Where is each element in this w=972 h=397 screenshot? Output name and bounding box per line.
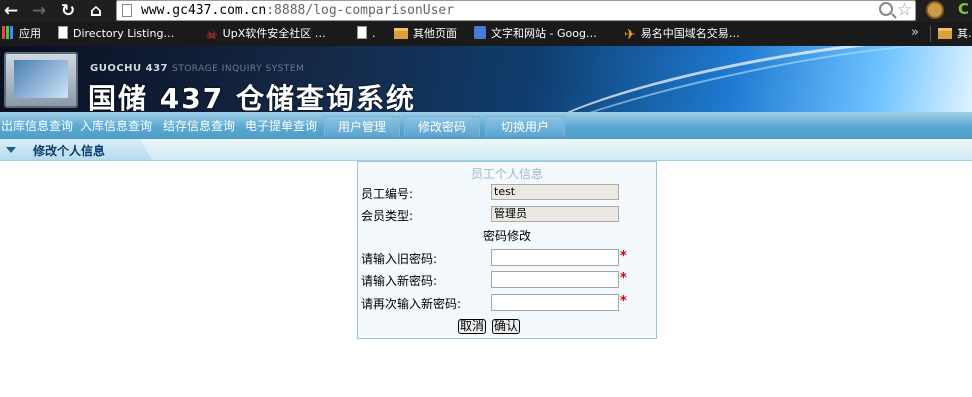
address-bar[interactable]: www.gc437.com.cn:8888/log-comparisonUser… bbox=[116, 0, 916, 21]
form-title: 员工个人信息 bbox=[470, 167, 543, 181]
member-type-field: 管理员 bbox=[491, 206, 619, 222]
bookmark-directory-listing[interactable]: Directory Listing… bbox=[58, 26, 174, 42]
page-icon bbox=[122, 4, 132, 17]
upx-icon: ☠ bbox=[206, 28, 218, 43]
brand-english: GUOCHU 437 STORAGE INQUIRY SYSTEM bbox=[90, 63, 305, 74]
required-mark: * bbox=[620, 271, 627, 286]
url-text: www.gc437.com.cn:8888/log-comparisonUser bbox=[141, 3, 455, 18]
old-password-input[interactable] bbox=[491, 249, 619, 266]
banner-light-streak bbox=[466, 46, 972, 112]
menu-change-password[interactable]: 修改密码 bbox=[404, 116, 480, 137]
folder-icon bbox=[938, 28, 952, 39]
page-icon bbox=[58, 26, 68, 39]
bookmarks-divider bbox=[930, 26, 931, 42]
menu-switch-user[interactable]: 切换用户 bbox=[485, 116, 565, 137]
required-mark: * bbox=[620, 294, 627, 309]
bookmark-star-icon[interactable]: ☆ bbox=[897, 0, 912, 20]
computer-illustration bbox=[4, 52, 78, 108]
reload-icon[interactable]: ↻ bbox=[58, 1, 78, 21]
new-password-label: 请输入新密码: bbox=[361, 274, 438, 288]
bookmark-dot[interactable]: . bbox=[357, 26, 376, 42]
bookmark-ename[interactable]: ✈ 易名中国域名交易… bbox=[624, 26, 740, 42]
site-banner: GUOCHU 437 STORAGE INQUIRY SYSTEM 国储 437… bbox=[0, 46, 972, 112]
back-icon[interactable]: ← bbox=[1, 1, 21, 21]
menu-user-management[interactable]: 用户管理 bbox=[324, 116, 400, 137]
employee-id-field: test bbox=[491, 184, 619, 200]
cookie-extension-icon[interactable] bbox=[926, 1, 944, 19]
apps-icon bbox=[2, 26, 14, 39]
zoom-icon[interactable] bbox=[879, 2, 893, 16]
translate-icon bbox=[474, 26, 486, 39]
bookmarks-more[interactable]: » bbox=[911, 25, 919, 40]
menu-inbound-query[interactable]: 入库信息查询 bbox=[77, 116, 155, 137]
bookmark-apps[interactable]: 应用 bbox=[2, 26, 41, 42]
confirm-password-label: 请再次输入新密码: bbox=[361, 297, 462, 311]
cancel-button[interactable]: 取消 bbox=[458, 319, 487, 334]
new-password-input[interactable] bbox=[491, 271, 619, 288]
bookmark-overflow-folder[interactable]: 其… bbox=[938, 26, 972, 42]
page-icon bbox=[357, 26, 367, 39]
menu-balance-query[interactable]: 结存信息查询 bbox=[160, 116, 238, 137]
bookmark-translate[interactable]: 文字和网站 - Goog… bbox=[474, 26, 597, 42]
folder-icon bbox=[394, 28, 408, 39]
menu-eladingbill-query[interactable]: 电子提单查询 bbox=[242, 116, 320, 137]
menu-outbound-query[interactable]: 出库信息查询 bbox=[0, 116, 74, 137]
section-title: 修改个人信息 bbox=[33, 144, 106, 158]
employee-id-label: 员工编号: bbox=[361, 187, 414, 201]
member-type-label: 会员类型: bbox=[361, 209, 414, 223]
site-title: 国储 437 仓储查询系统 bbox=[88, 82, 416, 112]
bookmark-other-pages[interactable]: 其他页面 bbox=[394, 26, 457, 42]
confirm-button[interactable]: 确认 bbox=[492, 319, 521, 334]
old-password-label: 请输入旧密码: bbox=[361, 252, 438, 266]
bookmarks-bar: 应用 Directory Listing… ☠ UpX软件安全社区 … . 其他页… bbox=[0, 22, 972, 46]
bookmark-upx[interactable]: ☠ UpX软件安全社区 … bbox=[206, 26, 326, 42]
main-menu: 出库信息查询 入库信息查询 结存信息查询 电子提单查询 用户管理 修改密码 切换… bbox=[0, 112, 972, 139]
profile-form: 员工个人信息 员工编号: test 会员类型: 管理员 密码修改 请输入旧密码:… bbox=[357, 161, 657, 339]
home-icon[interactable]: ⌂ bbox=[86, 1, 106, 21]
caret-down-icon bbox=[6, 147, 16, 153]
confirm-password-input[interactable] bbox=[491, 294, 619, 311]
required-mark: * bbox=[620, 249, 627, 264]
password-section-title: 密码修改 bbox=[482, 229, 531, 243]
section-header: 修改个人信息 bbox=[0, 139, 972, 161]
ename-icon: ✈ bbox=[624, 27, 636, 43]
browser-toolbar: ← → ↻ ⌂ www.gc437.com.cn:8888/log-compar… bbox=[0, 0, 972, 22]
forward-icon[interactable]: → bbox=[29, 1, 49, 21]
extension-g-icon[interactable]: C bbox=[958, 0, 969, 18]
